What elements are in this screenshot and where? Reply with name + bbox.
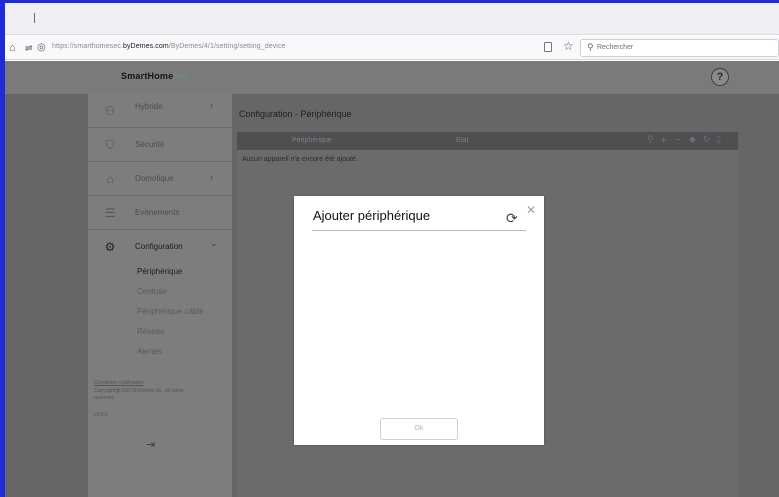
sidebar-item-label: Configuration bbox=[135, 242, 183, 251]
hybrid-icon: ⚇ bbox=[104, 104, 116, 118]
sidebar-item-evenements[interactable]: ☰ Evènements bbox=[88, 196, 232, 230]
tracking-protection-icon[interactable]: ◎ bbox=[37, 41, 46, 55]
bookmark-star-icon[interactable]: ☆ bbox=[563, 39, 574, 53]
url-text[interactable]: https://smarthomesec.byDemes.com/ByDemes… bbox=[52, 43, 286, 50]
chevron-right-icon: › bbox=[210, 100, 213, 110]
add-device-dialog: Ajouter périphérique ⟳ ✕ Ok bbox=[294, 196, 544, 445]
column-header-peripherique[interactable]: Périphérique bbox=[292, 137, 332, 144]
sidebar-item-label: Sécurité bbox=[135, 140, 165, 149]
page-info-icon[interactable]: ⌂ bbox=[9, 41, 16, 55]
sidebar-item-securite[interactable]: ⛉ Sécurité bbox=[88, 128, 232, 162]
search-icon[interactable]: ⚲ bbox=[647, 134, 654, 145]
list-icon: ☰ bbox=[104, 206, 116, 220]
empty-state-message: Aucun appareil n'a encore été ajouté. bbox=[242, 156, 358, 163]
sidebar-item-label: Evènements bbox=[135, 208, 180, 217]
column-header-etat[interactable]: Etat bbox=[456, 137, 468, 144]
terms-link[interactable]: Conditions d'utilisation bbox=[94, 380, 144, 387]
gear-icon: ⚙ bbox=[104, 240, 116, 254]
home-icon: ⌂ bbox=[106, 172, 114, 186]
app-logo[interactable]: SmartHomeSec bbox=[121, 71, 189, 81]
search-placeholder: Rechercher bbox=[597, 44, 634, 51]
chevron-down-icon: ⌄ bbox=[210, 238, 218, 248]
refresh-icon[interactable]: ↻ bbox=[703, 134, 711, 145]
text-cursor bbox=[34, 13, 35, 23]
subnav-peripherique-cable[interactable]: Périphérique câblé bbox=[137, 307, 204, 316]
help-button[interactable]: ? bbox=[711, 68, 729, 86]
logout-icon[interactable]: ⇥ bbox=[146, 438, 160, 452]
reader-view-icon[interactable] bbox=[544, 42, 552, 52]
app-header: SmartHomeSec ? bbox=[5, 61, 779, 94]
tab-bar bbox=[5, 3, 779, 35]
sidebar: ⚇ Hybride › ⛉ Sécurité ⌂ Domotique › ☰ E… bbox=[88, 94, 232, 497]
divider bbox=[312, 230, 526, 231]
browser-search-input[interactable]: ⚲ Rechercher bbox=[580, 39, 779, 57]
ok-button[interactable]: Ok bbox=[380, 418, 458, 440]
search-icon: ⚲ bbox=[587, 42, 594, 52]
version-text: v3.8.0 bbox=[94, 412, 108, 418]
sidebar-item-label: Domotique bbox=[135, 174, 174, 183]
sidebar-item-label: Hybride bbox=[135, 102, 163, 111]
dialog-title: Ajouter périphérique bbox=[313, 208, 431, 223]
subnav-alertes[interactable]: Alertes bbox=[137, 347, 162, 356]
copyright-text: Copyright@2020 ByDemes SL. All rights re… bbox=[94, 388, 184, 401]
sidebar-item-hybride[interactable]: ⚇ Hybride › bbox=[88, 94, 232, 128]
shield-icon: ⛉ bbox=[105, 138, 115, 152]
sidebar-item-domotique[interactable]: ⌂ Domotique › bbox=[88, 162, 232, 196]
subnav-centrale[interactable]: Centrale bbox=[137, 287, 167, 296]
remove-icon[interactable]: − bbox=[675, 134, 681, 146]
refresh-icon[interactable]: ⟳ bbox=[506, 210, 518, 227]
sidebar-item-configuration[interactable]: ⚙ Configuration ⌄ bbox=[88, 230, 232, 264]
table-header: Périphérique Etat ⚲ + − ◆ ↻ ▯ bbox=[237, 132, 738, 150]
close-icon[interactable]: ✕ bbox=[526, 203, 536, 217]
wifi-icon[interactable]: ◆ bbox=[689, 134, 696, 145]
subnav-peripherique[interactable]: Périphérique bbox=[137, 267, 182, 276]
page-title: Configuration - Périphérique bbox=[239, 109, 352, 119]
address-bar[interactable]: ⌂ ⇌ ◎ https://smarthomesec.byDemes.com/B… bbox=[5, 36, 779, 60]
browser-window: ⌂ ⇌ ◎ https://smarthomesec.byDemes.com/B… bbox=[5, 3, 779, 497]
permissions-icon[interactable]: ⇌ bbox=[25, 41, 33, 55]
delete-icon[interactable]: ▯ bbox=[716, 134, 721, 145]
add-icon[interactable]: + bbox=[660, 133, 667, 147]
subnav-reseau[interactable]: Réseau bbox=[137, 327, 165, 336]
chevron-right-icon: › bbox=[210, 172, 213, 182]
